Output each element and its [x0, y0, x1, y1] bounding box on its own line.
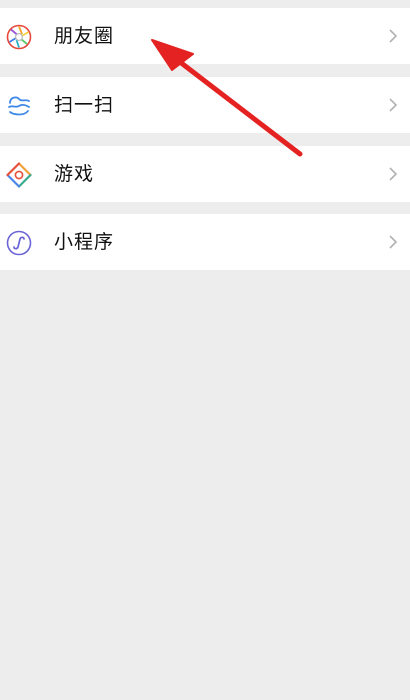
moments-aperture-icon: [6, 24, 32, 50]
menu-item-label: 朋友圈: [54, 25, 115, 47]
menu-item-label: 游戏: [54, 163, 95, 185]
menu-item-moments[interactable]: 朋友圈: [0, 8, 410, 64]
menu-item-label: 小程序: [54, 231, 115, 253]
menu-item-mini-programs[interactable]: 小程序: [0, 214, 410, 270]
games-icon: [6, 162, 32, 188]
mini-programs-icon: [6, 230, 32, 256]
menu-item-games[interactable]: 游戏: [0, 146, 410, 202]
chevron-right-icon: [388, 234, 398, 250]
chevron-right-icon: [388, 166, 398, 182]
menu-item-scan[interactable]: 扫一扫: [0, 77, 410, 133]
chevron-right-icon: [388, 97, 398, 113]
scan-icon: [6, 93, 32, 119]
menu-item-label: 扫一扫: [54, 94, 115, 116]
chevron-right-icon: [388, 28, 398, 44]
